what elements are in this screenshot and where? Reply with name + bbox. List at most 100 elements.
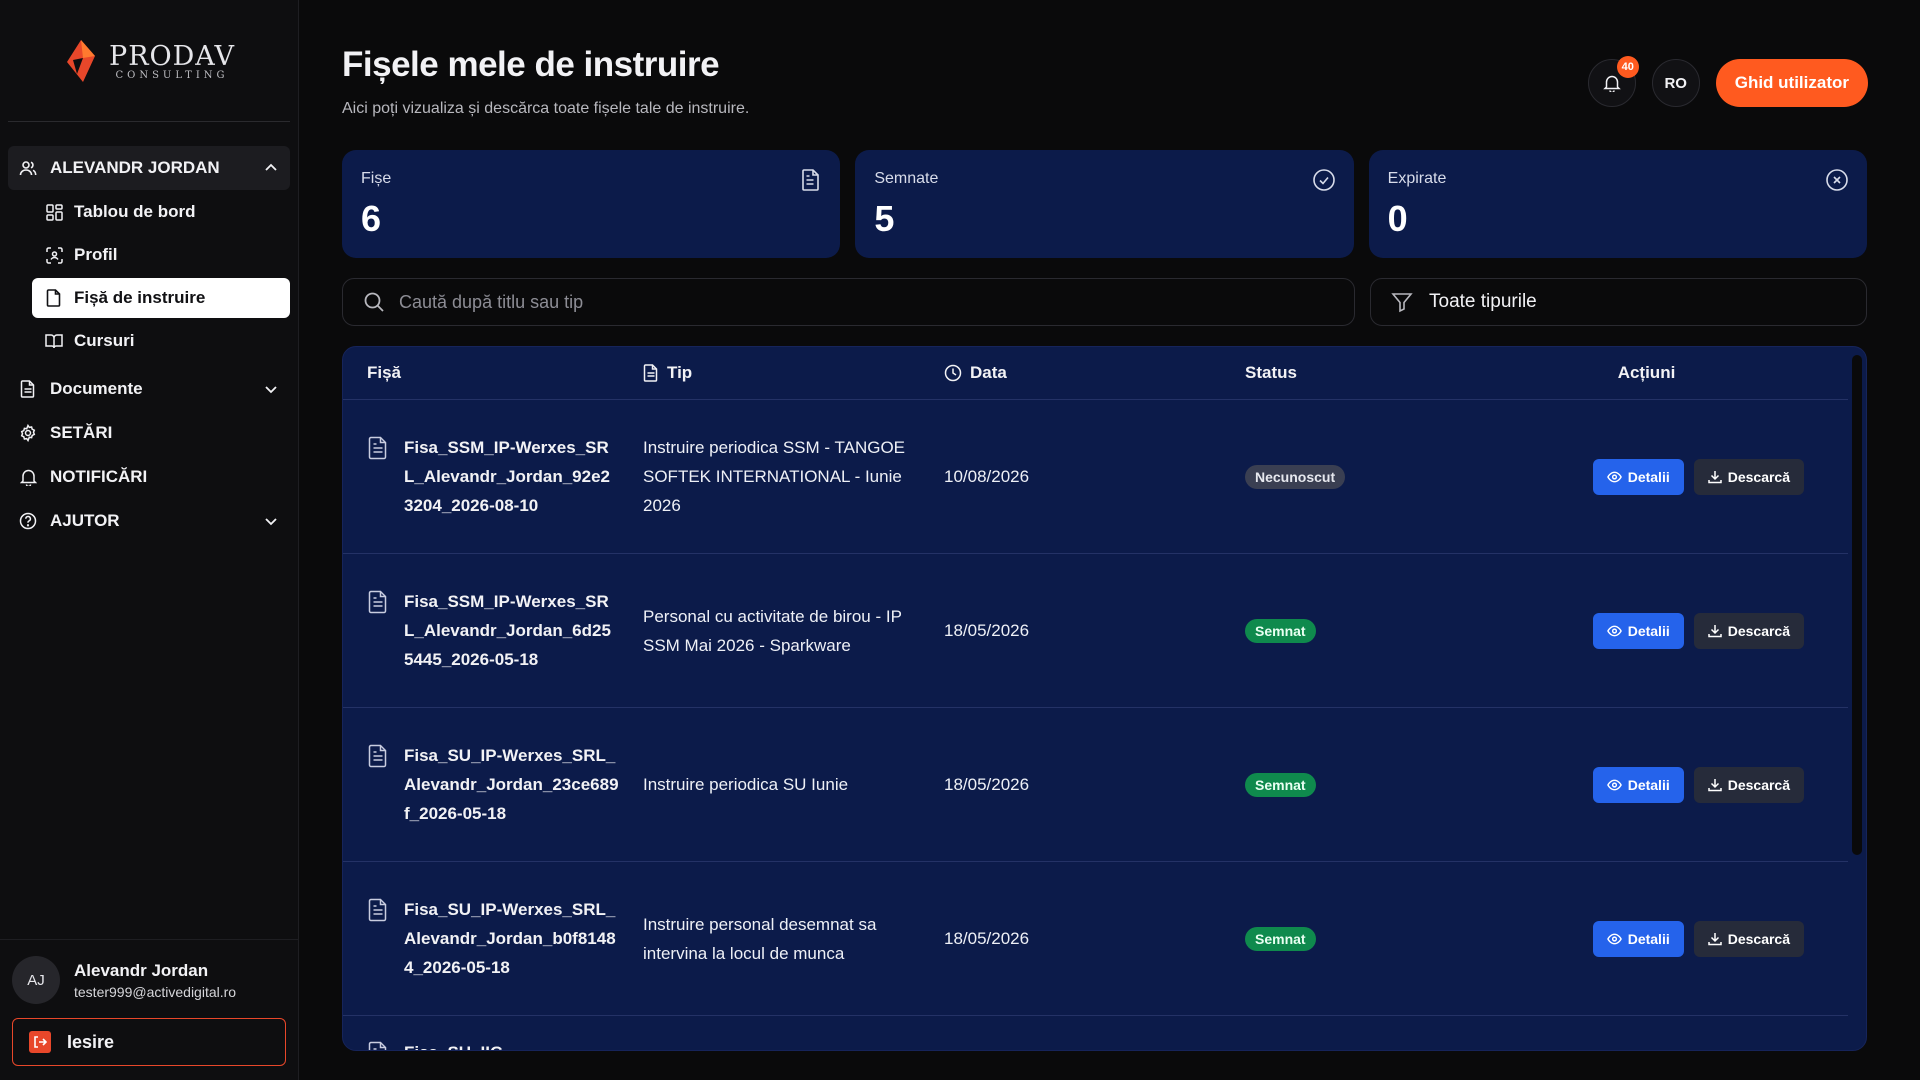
sidebar-footer: AJ Alevandr Jordan tester999@activedigit… [0, 939, 298, 1080]
column-header-date[interactable]: Data [944, 363, 1245, 383]
sidebar-group-user[interactable]: ALEVANDR JORDAN [8, 146, 290, 190]
sidebar-group-user-label: ALEVANDR JORDAN [50, 158, 220, 177]
download-label: Descarcă [1727, 930, 1790, 947]
stat-value: 5 [874, 198, 895, 239]
details-button[interactable]: Detalii [1592, 766, 1684, 803]
notifications-button[interactable]: 40 [1587, 56, 1639, 107]
search-input[interactable]: Caută după titlu sau tip [342, 278, 1355, 326]
brand-logo[interactable]: PRODAV CONSULTING [8, 0, 290, 122]
eye-icon [1606, 933, 1622, 944]
status-cell: Semnat [1245, 926, 1475, 951]
user-guide-button[interactable]: Ghid utilizator [1715, 59, 1868, 107]
date-cell: 18/05/2026 [944, 620, 1030, 640]
sidebar-item-profile[interactable]: Profil [32, 235, 290, 275]
gear-icon [18, 423, 38, 443]
sidebar-nav: ALEVANDR JORDAN Tablou de bord Profil Fi… [0, 122, 298, 543]
type-filter-value: Toate tipurile [1429, 291, 1537, 312]
column-header-actions: Acțiuni [1617, 363, 1676, 382]
file-name: Fisa_SSM_IP-Werxes_SRL_Alevandr_Jordan_6… [404, 592, 611, 669]
sidebar-group-documents[interactable]: Documente [8, 367, 290, 411]
stat-card-expired: Expirate 0 [1368, 150, 1867, 258]
bell-icon [18, 467, 38, 487]
brand-name: PRODAV [109, 40, 235, 72]
column-header-file[interactable]: Fișă [343, 363, 643, 383]
sidebar-item-dashboard[interactable]: Tablou de bord [32, 192, 290, 232]
page-subtitle: Aici poți vizualiza și descărca toate fi… [342, 100, 750, 117]
type-cell: Instruire periodica SSM - TANGOE SOFTEK … [643, 438, 906, 515]
chevron-down-icon [265, 386, 277, 394]
logout-label: Iesire [67, 1031, 115, 1052]
download-button[interactable]: Descarcă [1693, 612, 1804, 649]
download-icon [1707, 778, 1722, 791]
sidebar-item-courses[interactable]: Cursuri [32, 321, 290, 361]
filters-row: Caută după titlu sau tip Toate tipurile [342, 278, 1867, 326]
status-badge: Semnat [1245, 926, 1316, 951]
sidebar-item-label: Profil [74, 245, 118, 264]
details-label: Detalii [1627, 776, 1670, 793]
sidebar-item-label: Tablou de bord [74, 202, 196, 221]
document-icon [18, 379, 38, 399]
download-icon [1707, 470, 1722, 483]
training-sheets-table: Fișă Tip Data Status Acțiuni Fisa_SSM_IP… [342, 346, 1867, 1051]
status-badge: Semnat [1245, 772, 1316, 797]
details-label: Detalii [1627, 468, 1670, 485]
download-button[interactable]: Descarcă [1693, 458, 1804, 495]
notification-count-badge: 40 [1616, 56, 1639, 78]
file-icon [44, 288, 64, 308]
file-cell: Fisa_SU_IP-Werxes_SRL_Alevandr_Jordan_b0… [343, 895, 643, 982]
stat-label: Expirate [1387, 170, 1447, 187]
logout-icon [29, 1031, 51, 1053]
actions-cell: Detalii Descarcă [1475, 766, 1848, 803]
clock-icon [944, 364, 962, 382]
sidebar-submenu: Tablou de bord Profil Fișă de instruire [8, 192, 290, 361]
column-header-status[interactable]: Status [1245, 363, 1475, 383]
document-icon [802, 169, 820, 191]
sidebar: PRODAV CONSULTING ALEVANDR JORDAN Tablou… [0, 0, 299, 1080]
sidebar-group-notifications[interactable]: NOTIFICĂRI [8, 455, 290, 499]
document-icon [368, 436, 387, 460]
status-cell: Semnat [1245, 618, 1475, 643]
actions-cell: Detalii Descarcă [1475, 458, 1848, 495]
file-cell: Fisa_SSM_IP-Werxes_SRL_Alevandr_Jordan_9… [343, 433, 643, 520]
file-cell: Fisa_SU_IIG- [343, 1038, 643, 1050]
sidebar-group-label: AJUTOR [50, 511, 120, 530]
download-button[interactable]: Descarcă [1693, 766, 1804, 803]
sidebar-item-label: Cursuri [74, 331, 135, 350]
status-badge: Necunoscut [1245, 464, 1346, 489]
type-cell: Instruire personal desemnat sa intervina… [643, 914, 877, 963]
users-icon [18, 158, 38, 178]
book-icon [44, 331, 64, 351]
details-button[interactable]: Detalii [1592, 920, 1684, 957]
stat-value: 6 [361, 198, 382, 239]
details-button[interactable]: Detalii [1592, 458, 1684, 495]
language-button[interactable]: RO [1651, 59, 1700, 107]
sidebar-item-label: Fișă de instruire [74, 288, 206, 307]
type-filter-select[interactable]: Toate tipurile [1370, 278, 1867, 326]
table-scrollbar[interactable] [1852, 355, 1862, 855]
user-email: tester999@activedigital.ro [74, 983, 237, 1000]
header-actions: 40 RO Ghid utilizator [1587, 56, 1868, 107]
download-button[interactable]: Descarcă [1693, 920, 1804, 957]
actions-cell: Detalii Descarcă [1475, 920, 1848, 957]
logo-mark-icon [67, 39, 96, 82]
table-row: Fisa_SU_IIG- [343, 1016, 1848, 1050]
type-cell: Personal cu activitate de birou - IP SSM… [643, 606, 902, 655]
sidebar-item-training-sheet[interactable]: Fișă de instruire [32, 278, 290, 318]
logout-button[interactable]: Iesire [12, 1018, 286, 1066]
table-header: Fișă Tip Data Status Acțiuni [343, 347, 1848, 400]
details-button[interactable]: Detalii [1592, 612, 1684, 649]
document-icon [368, 1041, 387, 1050]
user-card[interactable]: AJ Alevandr Jordan tester999@activedigit… [12, 956, 286, 1004]
sidebar-group-help[interactable]: AJUTOR [8, 499, 290, 543]
profile-scan-icon [44, 245, 64, 265]
column-header-type[interactable]: Tip [643, 363, 944, 383]
bell-icon [1602, 75, 1621, 92]
file-name: Fisa_SU_IP-Werxes_SRL_Alevandr_Jordan_b0… [404, 900, 616, 977]
status-cell: Semnat [1245, 772, 1475, 797]
help-icon [18, 511, 38, 531]
stat-card-sheets: Fișe 6 [342, 150, 841, 258]
sidebar-group-label: NOTIFICĂRI [50, 467, 148, 486]
table-row: Fisa_SU_IP-Werxes_SRL_Alevandr_Jordan_b0… [343, 862, 1848, 1016]
document-icon [368, 898, 387, 922]
sidebar-group-settings[interactable]: SETĂRI [8, 411, 290, 455]
